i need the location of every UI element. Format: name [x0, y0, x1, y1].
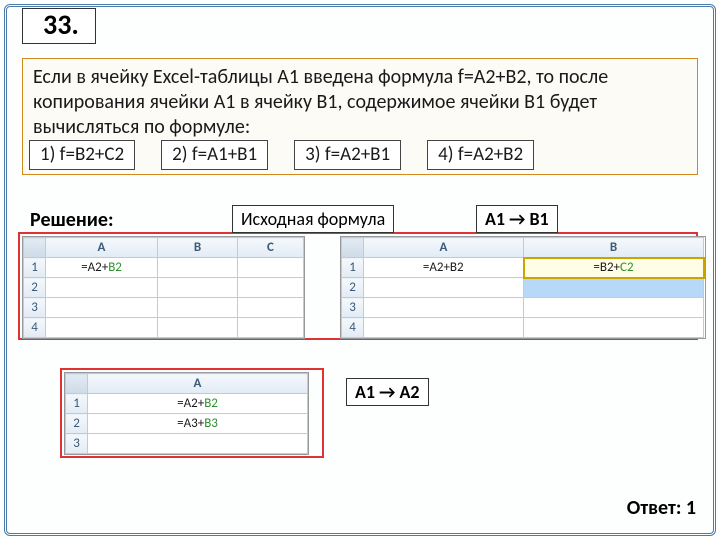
options-row: 1) f=B2+C2 2) f=A1+B1 3) f=A2+B1 4) f=A2… — [29, 140, 560, 170]
grid3-corner — [66, 374, 88, 394]
grid1-B1 — [158, 258, 238, 278]
option-2: 2) f=A1+B1 — [161, 140, 268, 170]
question-box: Если в ячейку Excel-таблицы A1 введена ф… — [22, 58, 698, 175]
grid3-A2: =A3+B3 — [88, 414, 308, 434]
grid2-row-2: 2 — [342, 278, 364, 298]
grid2-col-B: B — [524, 238, 704, 258]
grid3-row-2: 2 — [66, 414, 88, 434]
grid1-B3 — [158, 298, 238, 318]
option-1: 1) f=B2+C2 — [29, 140, 135, 170]
grid2-A2 — [364, 278, 524, 298]
grid1-B2 — [158, 278, 238, 298]
grid3-row-3: 3 — [66, 434, 88, 454]
answer-label: Ответ: 1 — [627, 496, 696, 520]
grid1-C2 — [238, 278, 304, 298]
grid1-C3 — [238, 298, 304, 318]
grid3-A3 — [88, 434, 308, 454]
grid1-row-1: 1 — [24, 258, 46, 278]
grid2-B1: =B2+C2 — [524, 258, 704, 278]
grid1-row-4: 4 — [24, 318, 46, 338]
grid1-corner — [24, 238, 46, 258]
excel-grid-1: A B C 1 =A2+B2 2 3 4 — [22, 236, 305, 339]
question-number: 33. — [22, 8, 96, 44]
solution-label: Решение: — [30, 208, 114, 232]
grid2-corner — [342, 238, 364, 258]
grid2-A4 — [364, 318, 524, 338]
excel-grid-3: A 1 =A2+B2 2 =A3+B3 3 — [64, 372, 309, 455]
grid1-col-C: C — [238, 238, 304, 258]
grid3-col-A: A — [88, 374, 308, 394]
grid2-row-3: 3 — [342, 298, 364, 318]
option-4: 4) f=A2+B2 — [427, 140, 534, 170]
grid2-B4 — [524, 318, 704, 338]
question-text: Если в ячейку Excel-таблицы A1 введена ф… — [33, 65, 608, 139]
grid2-B2 — [524, 278, 704, 298]
grid3-row-1: 1 — [66, 394, 88, 414]
grid1-col-A: A — [46, 238, 158, 258]
grid2-A3 — [364, 298, 524, 318]
label-a1-to-b1: A1 → B1 — [476, 205, 558, 233]
grid1-C4 — [238, 318, 304, 338]
grid1-B4 — [158, 318, 238, 338]
grid1-row-2: 2 — [24, 278, 46, 298]
grid1-A4 — [46, 318, 158, 338]
grid2-A1: =A2+B2 — [364, 258, 524, 278]
grid1-A1: =A2+B2 — [46, 258, 158, 278]
grid2-row-4: 4 — [342, 318, 364, 338]
grid1-col-B: B — [158, 238, 238, 258]
grid2-row-1: 1 — [342, 258, 364, 278]
grid1-A2 — [46, 278, 158, 298]
option-3: 3) f=A2+B1 — [294, 140, 401, 170]
grid1-A3 — [46, 298, 158, 318]
grid2-B3 — [524, 298, 704, 318]
grid3-A1: =A2+B2 — [88, 394, 308, 414]
label-a1-to-a2: A1 → A2 — [346, 378, 429, 406]
grid1-row-3: 3 — [24, 298, 46, 318]
grid1-C1 — [238, 258, 304, 278]
grid2-col-A: A — [364, 238, 524, 258]
label-source-formula: Исходная формула — [232, 205, 394, 233]
excel-grid-2: A B 1 =A2+B2 =B2+C2 2 3 4 — [340, 236, 706, 339]
